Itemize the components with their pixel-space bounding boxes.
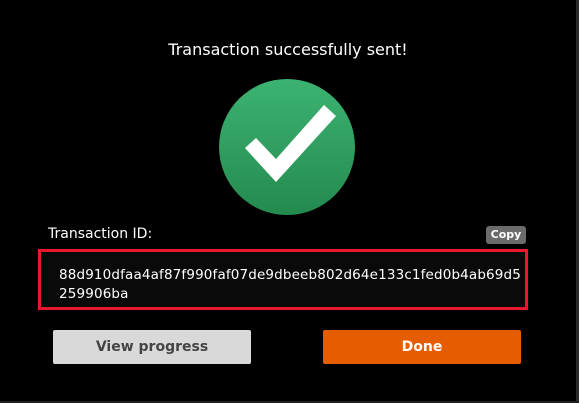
dialog-title: Transaction successfully sent! xyxy=(168,40,408,59)
transaction-id-label: Transaction ID: xyxy=(48,226,153,242)
view-progress-button[interactable]: View progress xyxy=(53,330,251,364)
checkmark-circle-icon xyxy=(218,78,356,216)
transaction-sent-dialog: Transaction successfully sent! Transacti… xyxy=(0,0,579,403)
copy-button[interactable]: Copy xyxy=(486,226,526,244)
done-button[interactable]: Done xyxy=(323,330,521,364)
transaction-id-box: 88d910dfaa4af87f990faf07de9dbeeb802d64e1… xyxy=(38,249,528,310)
transaction-id-value[interactable]: 88d910dfaa4af87f990faf07de9dbeeb802d64e1… xyxy=(59,266,529,304)
